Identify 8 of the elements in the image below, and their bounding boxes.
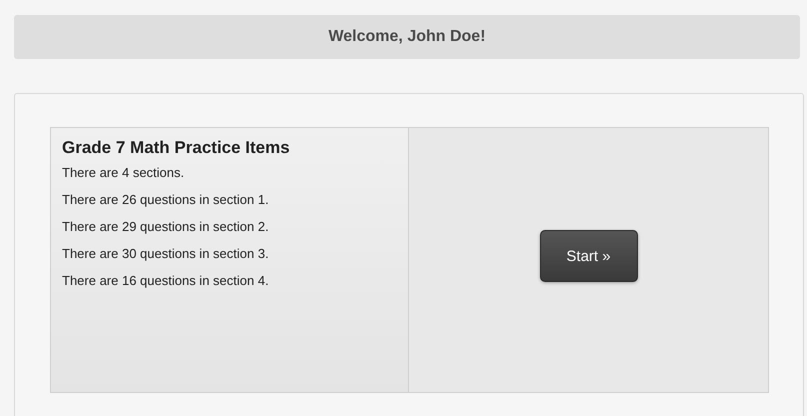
info-text: There are 16 questions in section 4. <box>62 273 270 288</box>
start-button[interactable]: Start » <box>540 230 638 282</box>
info-text: There are 30 questions in section 3. <box>62 246 270 261</box>
info-text: There are 29 questions in section 2. <box>62 219 270 234</box>
info-text: There are 4 sections. <box>62 165 186 180</box>
test-title: Grade 7 Math Practice Items <box>62 138 291 158</box>
info-text: There are 26 questions in section 1. <box>62 192 270 207</box>
welcome-title: Welcome, John Doe! <box>328 28 486 46</box>
